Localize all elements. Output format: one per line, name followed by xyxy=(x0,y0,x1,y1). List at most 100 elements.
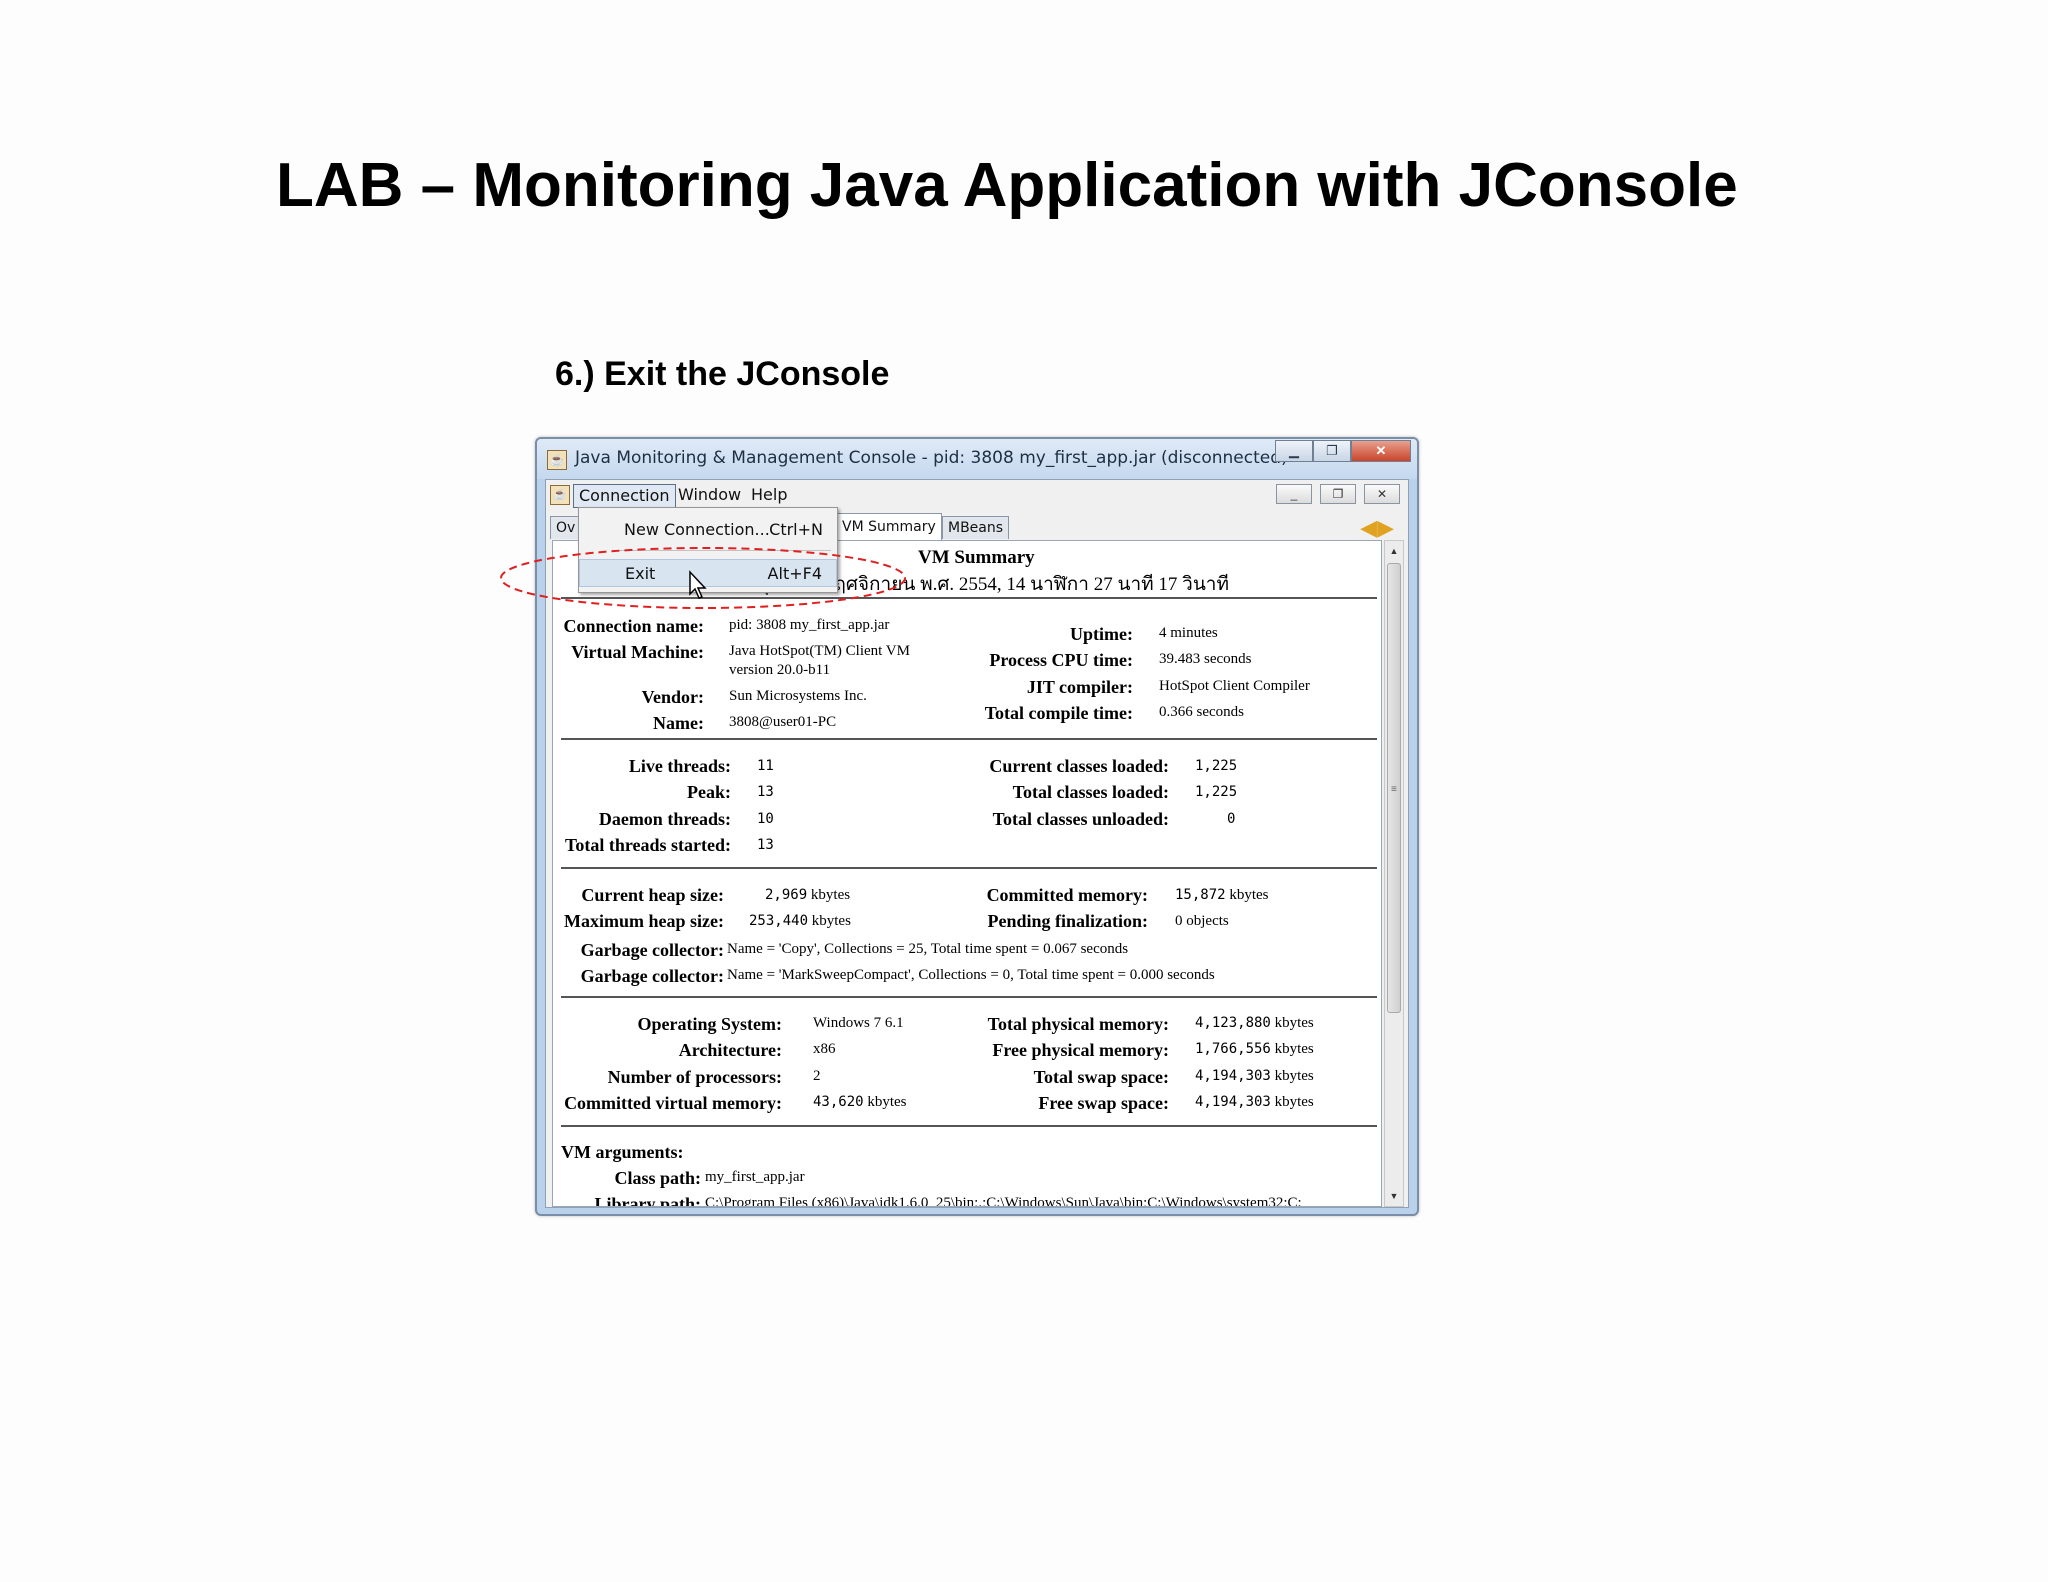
uptime-value: 4 minutes xyxy=(1159,625,1218,641)
jit-compiler-label: JIT compiler: xyxy=(1026,677,1133,697)
menu-item-new-connection[interactable]: New Connection... Ctrl+N xyxy=(579,516,837,544)
classes-unloaded-label: Total classes unloaded: xyxy=(992,809,1169,829)
vm-arguments-label: VM arguments: xyxy=(561,1142,684,1162)
tab-vm-summary[interactable]: VM Summary xyxy=(836,513,942,540)
operating-system-value: Windows 7 6.1 xyxy=(813,1015,904,1031)
committed-virtual-memory-value: 43,620 xyxy=(813,1094,864,1110)
connection-name-label: Connection name: xyxy=(563,616,705,636)
current-classes-value: 1,225 xyxy=(1195,758,1238,774)
committed-virtual-memory-label: Committed virtual memory: xyxy=(564,1093,782,1113)
virtual-machine-version: version 20.0-b11 xyxy=(729,662,831,678)
vertical-scrollbar[interactable]: ▲ ≡ ▼ xyxy=(1384,540,1404,1207)
kbytes-unit: kbytes xyxy=(1229,887,1269,903)
free-physical-memory-label: Free physical memory: xyxy=(992,1040,1169,1060)
committed-memory-label: Committed memory: xyxy=(986,885,1148,905)
free-swap-label: Free swap space: xyxy=(1038,1093,1169,1113)
step-title: 6.) Exit the JConsole xyxy=(555,355,890,393)
window-title: Java Monitoring & Management Console - p… xyxy=(575,448,1288,468)
live-threads-value: 11 xyxy=(757,758,774,774)
minimize-button[interactable]: ▁ xyxy=(1275,440,1313,462)
kbytes-unit: kbytes xyxy=(1274,1015,1314,1031)
scroll-down-arrow-icon[interactable]: ▼ xyxy=(1387,1188,1401,1204)
classes-unloaded-value: 0 xyxy=(1227,811,1236,827)
frame-java-icon[interactable]: ☕ xyxy=(550,485,570,505)
kbytes-unit: kbytes xyxy=(811,913,851,929)
pending-finalization-value: 0 objects xyxy=(1175,913,1229,929)
kbytes-unit: kbytes xyxy=(1274,1041,1314,1057)
class-path-label: Class path: xyxy=(614,1168,701,1188)
kbytes-unit: kbytes xyxy=(1274,1068,1314,1084)
vendor-value: Sun Microsystems Inc. xyxy=(729,688,867,704)
peak-label: Peak: xyxy=(687,782,731,802)
jit-compiler-value: HotSpot Client Compiler xyxy=(1159,678,1310,694)
virtual-machine-value: Java HotSpot(TM) Client VM xyxy=(729,643,910,659)
committed-memory-value: 15,872 xyxy=(1175,887,1226,903)
daemon-threads-label: Daemon threads: xyxy=(598,809,731,829)
name-value: 3808@user01-PC xyxy=(729,714,837,730)
total-physical-memory-value: 4,123,880 xyxy=(1195,1015,1271,1031)
connection-status-icon: ◀▶ xyxy=(1360,515,1394,540)
max-heap-value: 253,440 xyxy=(749,913,809,929)
vm-summary-heading: VM Summary xyxy=(918,547,1035,568)
maximize-button[interactable]: ❐ xyxy=(1313,440,1351,462)
total-swap-label: Total swap space: xyxy=(1033,1067,1169,1087)
tab-overview[interactable]: Ov xyxy=(550,516,582,539)
scroll-thumb[interactable]: ≡ xyxy=(1387,563,1401,1013)
menu-item-shortcut: Ctrl+N xyxy=(769,520,823,539)
current-classes-label: Current classes loaded: xyxy=(989,756,1169,776)
divider xyxy=(561,996,1377,998)
process-cpu-time-value: 39.483 seconds xyxy=(1159,651,1252,667)
menu-window[interactable]: Window xyxy=(673,484,746,506)
total-classes-loaded-value: 1,225 xyxy=(1195,784,1238,800)
daemon-threads-value: 10 xyxy=(757,811,774,827)
pending-finalization-label: Pending finalization: xyxy=(987,911,1148,931)
tab-mbeans[interactable]: MBeans xyxy=(942,516,1010,539)
live-threads-label: Live threads: xyxy=(628,756,731,776)
menu-connection[interactable]: Connection xyxy=(573,484,676,508)
kbytes-unit: kbytes xyxy=(1274,1094,1314,1110)
name-label: Name: xyxy=(653,713,704,733)
menu-help[interactable]: Help xyxy=(746,484,792,506)
total-swap-value: 4,194,303 xyxy=(1195,1068,1271,1084)
divider xyxy=(561,1125,1377,1127)
total-physical-memory-label: Total physical memory: xyxy=(987,1014,1169,1034)
scroll-up-arrow-icon[interactable]: ▲ xyxy=(1387,543,1401,559)
vendor-label: Vendor: xyxy=(641,687,704,707)
library-path-label: Library path: xyxy=(594,1194,701,1207)
total-compile-time-value: 0.366 seconds xyxy=(1159,704,1244,720)
java-app-icon: ☕ xyxy=(547,450,567,470)
garbage-collector-label: Garbage collector: xyxy=(580,966,724,986)
architecture-label: Architecture: xyxy=(678,1040,782,1060)
current-heap-value: 2,969 xyxy=(765,887,808,903)
kbytes-unit: kbytes xyxy=(810,887,851,903)
frame-minimize-button[interactable]: _ xyxy=(1276,484,1312,504)
divider xyxy=(561,867,1377,869)
kbytes-unit: kbytes xyxy=(867,1094,907,1110)
operating-system-label: Operating System: xyxy=(637,1014,782,1034)
garbage-collector-label: Garbage collector: xyxy=(580,940,724,960)
divider xyxy=(561,738,1377,740)
uptime-label: Uptime: xyxy=(1070,624,1133,644)
vm-summary-panel: VM Summary วันพุธที่ 22 พฤศจิกายน พ.ศ. 2… xyxy=(552,540,1382,1207)
total-classes-loaded-label: Total classes loaded: xyxy=(1012,782,1169,802)
frame-close-button[interactable]: ✕ xyxy=(1364,484,1400,504)
total-compile-time-label: Total compile time: xyxy=(984,703,1133,723)
architecture-value: x86 xyxy=(813,1041,836,1057)
frame-restore-button[interactable]: ❐ xyxy=(1320,484,1356,504)
menu-item-label: New Connection... xyxy=(624,520,770,539)
process-cpu-time-label: Process CPU time: xyxy=(989,650,1133,670)
grip-icon: ≡ xyxy=(1391,784,1397,795)
current-heap-label: Current heap size: xyxy=(581,885,724,905)
free-physical-memory-value: 1,766,556 xyxy=(1195,1041,1271,1057)
free-swap-value: 4,194,303 xyxy=(1195,1094,1271,1110)
class-path-value: my_first_app.jar xyxy=(705,1169,805,1185)
window-title-bar[interactable]: ☕ Java Monitoring & Management Console -… xyxy=(537,439,1417,479)
mouse-cursor-icon xyxy=(689,570,707,599)
garbage-collector-2-value: Name = 'MarkSweepCompact', Collections =… xyxy=(727,967,1215,983)
max-heap-label: Maximum heap size: xyxy=(564,911,724,931)
processors-label: Number of processors: xyxy=(607,1067,782,1087)
library-path-value: C:\Program Files (x86)\Java\jdk1.6.0_25\… xyxy=(705,1195,1302,1207)
total-threads-label: Total threads started: xyxy=(565,835,731,855)
processors-value: 2 xyxy=(813,1068,821,1084)
close-button[interactable]: ✕ xyxy=(1351,440,1411,462)
